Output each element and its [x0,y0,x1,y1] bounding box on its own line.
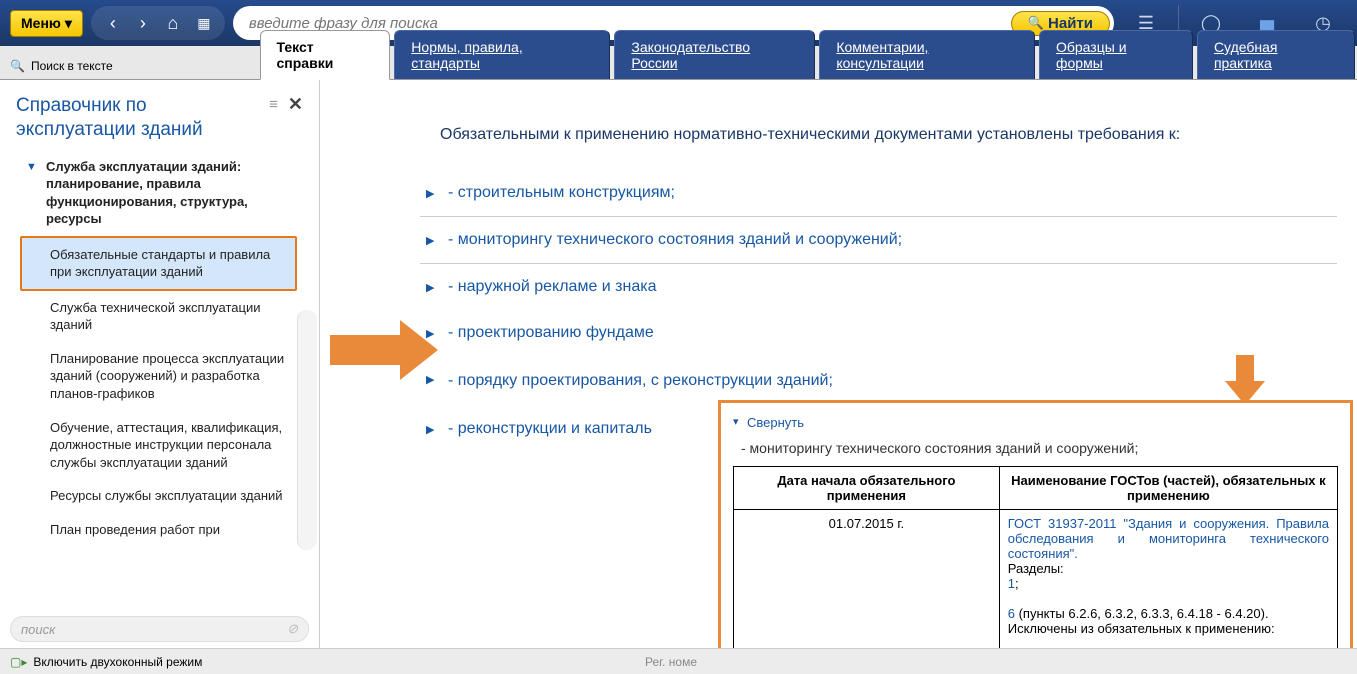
tab-norms[interactable]: Нормы, правила, стандарты [394,30,610,79]
section-6-brackets: (пункты 6.2.6, 6.3.2, 6.3.3, 6.4.18 - 6.… [1015,606,1269,621]
table-row: 01.07.2015 г. ГОСТ 31937-2011 "Здания и … [734,510,1338,649]
doc-link-order[interactable]: - порядку проектирования, с реконструкци… [420,356,1337,406]
tabs-row: 🔍 Поиск в тексте Текст справки Нормы, пр… [0,46,1357,80]
split-icon: ▢▸ [10,655,27,669]
search-icon: 🔍 [1028,15,1044,31]
tree-item-service[interactable]: Служба технической эксплуатации зданий [20,291,297,342]
sidebar-search[interactable]: поиск ⊘ [10,616,309,642]
chevron-down-icon: ▾ [65,15,72,32]
cell-gost: ГОСТ 31937-2011 "Здания и сооружения. Пр… [999,510,1337,649]
sidebar-scrollbar[interactable] [297,310,317,551]
tree-item-resources[interactable]: Ресурсы службы эксплуатации зданий [20,479,297,513]
search-input[interactable] [249,15,1011,32]
th-gost: Наименование ГОСТов (частей), обязательн… [999,467,1337,510]
tree-item-planning[interactable]: Планирование процесса эксплуатации здани… [20,342,297,411]
table-header-row: Дата начала обязательного применения Наи… [734,467,1338,510]
home-icon[interactable]: ⌂ [159,9,187,37]
collapse-link[interactable]: Свернуть [733,409,1338,438]
sidebar-header: Справочник по эксплуатации зданий ≡ ✕ [0,80,319,150]
popup-subtitle: - мониторингу технического состояния зда… [733,438,1338,466]
apps-icon[interactable]: ▦ [189,9,217,37]
tab-comments[interactable]: Комментарии, консультации [819,30,1035,79]
clear-icon[interactable]: ⊘ [287,621,298,637]
text-search-tool[interactable]: 🔍 Поиск в тексте [0,53,258,79]
sidebar-search-placeholder: поиск [21,622,55,637]
nav-icons-group: ‹ › ⌂ ▦ [91,6,225,40]
search-icon: 🔍 [10,59,25,73]
sidebar-header-icons: ≡ ✕ [269,94,303,115]
section-1-link[interactable]: 1 [1008,576,1015,591]
doc-link-monitoring[interactable]: - мониторингу технического состояния зда… [420,217,1337,264]
tree-item-root[interactable]: ▼ Служба эксплуатации зданий: планирован… [20,150,297,236]
split-mode-toggle[interactable]: ▢▸ Включить двухоконный режим [10,655,202,669]
detail-popup: Свернуть - мониторингу технического сост… [718,400,1353,648]
tab-law[interactable]: Законодательство России [614,30,815,79]
tab-text[interactable]: Текст справки [260,30,391,80]
gost-table: Дата начала обязательного применения Наи… [733,466,1338,648]
reg-number-label: Рег. номе [645,655,697,669]
collapse-icon: ▼ [26,160,37,175]
main: Справочник по эксплуатации зданий ≡ ✕ ▼ … [0,80,1357,648]
cell-date: 01.07.2015 г. [734,510,1000,649]
doc-link-advertising[interactable]: - наружной рекламе и знака [420,264,1337,310]
nav-tree: ▼ Служба эксплуатации зданий: планирован… [0,150,319,611]
tree-item-standards[interactable]: Обязательные стандарты и правила при экс… [20,236,297,291]
text-search-label: Поиск в тексте [31,59,113,73]
footer: ▢▸ Включить двухоконный режим Рег. номе [0,648,1357,674]
tree-item-workplan[interactable]: План проведения работ при [20,513,297,547]
tab-templates[interactable]: Образцы и формы [1039,30,1193,79]
forward-icon[interactable]: › [129,9,157,37]
menu-button[interactable]: Меню ▾ [10,10,83,37]
section-6-link[interactable]: 6 [1008,606,1015,621]
list-icon[interactable]: ≡ [269,96,278,113]
back-icon[interactable]: ‹ [99,9,127,37]
doc-heading: Обязательными к применению нормативно-те… [440,126,1337,144]
excluded-label: Исключены из обязательных к применению: [1008,621,1275,636]
find-label: Найти [1048,15,1093,32]
gost-link[interactable]: ГОСТ 31937-2011 "Здания и сооружения. Пр… [1008,516,1329,561]
menu-label: Меню [21,15,61,31]
sidebar: Справочник по эксплуатации зданий ≡ ✕ ▼ … [0,80,320,648]
th-date: Дата начала обязательного применения [734,467,1000,510]
tree-item-training[interactable]: Обучение, аттестация, квалификация, долж… [20,411,297,480]
sidebar-title: Справочник по эксплуатации зданий [16,94,269,142]
tab-court[interactable]: Судебная практика [1197,30,1355,79]
sections-label: Разделы: [1008,561,1064,576]
doc-link-foundation[interactable]: - проектированию фундаме [420,310,1337,356]
content-area: Обязательными к применению нормативно-те… [320,80,1357,648]
close-icon[interactable]: ✕ [288,94,303,115]
split-label: Включить двухоконный режим [33,655,202,669]
doc-link-constructions[interactable]: - строительным конструкциям; [420,170,1337,217]
